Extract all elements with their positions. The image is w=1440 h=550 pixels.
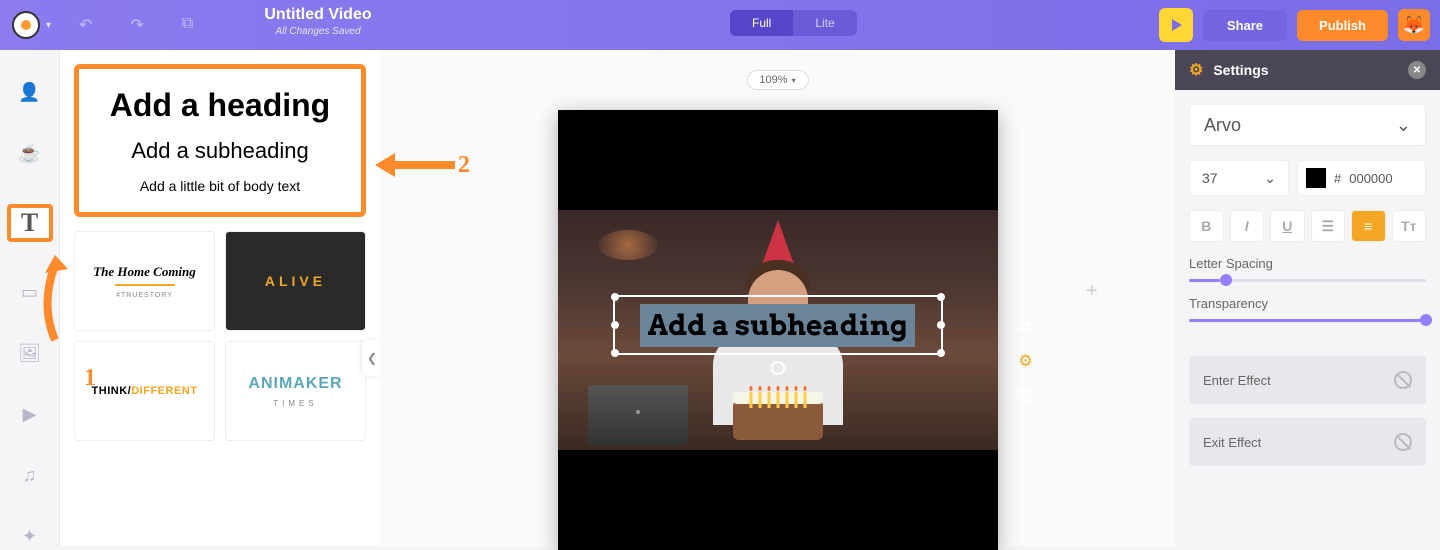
save-status: All Changes Saved xyxy=(218,26,418,37)
settings-panel: ⚙ Settings ✕ Arvo ⌄ 37 ⌄ # 000000 B I U … xyxy=(1175,50,1440,546)
rotate-handle[interactable] xyxy=(771,361,785,375)
body-text-template[interactable]: Add a little bit of body text xyxy=(89,178,351,194)
annotation-number-1: 1 xyxy=(84,365,96,392)
disabled-icon xyxy=(1394,371,1412,389)
text-case-button[interactable]: Tᴛ xyxy=(1392,210,1427,242)
props-icon[interactable]: ☕ xyxy=(16,143,44,164)
text-templates-hero: Add a heading Add a subheading Add a lit… xyxy=(74,64,366,217)
bold-button[interactable]: B xyxy=(1189,210,1224,242)
text-preset-animaker[interactable]: ANIMAKER TIMES xyxy=(225,341,366,441)
chevron-down-icon: ⌄ xyxy=(1396,115,1411,136)
font-select[interactable]: Arvo ⌄ xyxy=(1189,104,1426,146)
transparency-control: Transparency xyxy=(1189,296,1426,322)
resize-handle-br[interactable] xyxy=(937,349,945,357)
mode-full[interactable]: Full xyxy=(730,10,793,36)
list-button[interactable]: ☰ xyxy=(1311,210,1346,242)
user-avatar[interactable]: 🦊 xyxy=(1398,9,1430,41)
share-button[interactable]: Share xyxy=(1203,10,1287,41)
effects-icon[interactable]: ✦ xyxy=(16,526,44,547)
video-icon[interactable]: ▶ xyxy=(16,404,44,425)
chevron-down-icon: ⌄ xyxy=(1264,170,1276,187)
color-input[interactable]: # 000000 xyxy=(1297,160,1426,196)
enter-effect-row[interactable]: Enter Effect xyxy=(1189,356,1426,404)
resize-handle-tr[interactable] xyxy=(937,293,945,301)
redo-icon[interactable]: ↷ xyxy=(130,15,143,35)
resize-handle-bl[interactable] xyxy=(611,349,619,357)
font-size-select[interactable]: 37 ⌄ xyxy=(1189,160,1289,196)
text-content[interactable]: Add a subheading xyxy=(640,304,916,347)
undo-icon[interactable]: ↶ xyxy=(79,15,92,35)
chevron-down-icon: ▾ xyxy=(46,20,51,31)
transparency-slider[interactable] xyxy=(1189,319,1426,322)
canvas-area: 109% Add a subheading ⇄ ⚙ 🗑 + xyxy=(380,50,1175,546)
slider-thumb[interactable] xyxy=(1420,314,1432,326)
swap-icon[interactable]: ⇄ xyxy=(1014,315,1038,339)
publish-button[interactable]: Publish xyxy=(1297,10,1388,41)
resize-handle-tl[interactable] xyxy=(611,293,619,301)
mode-toggle[interactable]: Full Lite xyxy=(730,10,857,36)
exit-effect-row[interactable]: Exit Effect xyxy=(1189,418,1426,466)
text-preset-alive[interactable]: ALIVE xyxy=(225,231,366,331)
top-bar: ▾ ↶ ↷ ⧉ Untitled Video All Changes Saved… xyxy=(0,0,1440,50)
annotation-arrow-1 xyxy=(30,255,85,350)
settings-header: ⚙ Settings ✕ xyxy=(1175,50,1440,90)
letter-spacing-control: Letter Spacing xyxy=(1189,256,1426,282)
close-icon[interactable]: ✕ xyxy=(1408,61,1426,79)
text-preset-home-coming[interactable]: The Home Coming #TRUESTORY xyxy=(74,231,215,331)
copy-icon[interactable]: ⧉ xyxy=(182,15,193,35)
align-button[interactable]: ≡ xyxy=(1351,210,1386,242)
zoom-selector[interactable]: 109% xyxy=(746,70,808,90)
text-tool-icon[interactable]: T xyxy=(7,204,53,242)
text-panel: Add a heading Add a subheading Add a lit… xyxy=(60,50,380,546)
logo-area[interactable]: ▾ xyxy=(12,11,51,39)
character-icon[interactable]: 👤 xyxy=(16,82,44,103)
resize-handle-mr[interactable] xyxy=(937,321,945,329)
disabled-icon xyxy=(1394,433,1412,451)
delete-icon[interactable]: 🗑 xyxy=(1014,383,1038,407)
app-logo-icon xyxy=(12,11,40,39)
heading-template[interactable]: Add a heading xyxy=(89,87,351,124)
music-icon[interactable]: ♫ xyxy=(16,465,44,486)
mode-lite[interactable]: Lite xyxy=(793,10,856,36)
element-settings-icon[interactable]: ⚙ xyxy=(1014,349,1038,373)
resize-handle-ml[interactable] xyxy=(611,321,619,329)
selected-text-element[interactable]: Add a subheading xyxy=(613,295,943,355)
play-button[interactable] xyxy=(1159,8,1193,42)
underline-button[interactable]: U xyxy=(1270,210,1305,242)
collapse-panel-icon[interactable]: ❮ xyxy=(362,340,380,376)
color-swatch xyxy=(1306,168,1326,188)
annotation-arrow-2 xyxy=(375,150,455,185)
settings-title: Settings xyxy=(1213,62,1268,78)
project-title[interactable]: Untitled Video xyxy=(218,6,418,24)
subheading-template[interactable]: Add a subheading xyxy=(89,138,351,164)
slider-thumb[interactable] xyxy=(1220,274,1232,286)
add-slide-icon[interactable]: + xyxy=(1086,280,1098,303)
annotation-number-2: 2 xyxy=(458,152,470,179)
gear-icon: ⚙ xyxy=(1189,60,1203,80)
italic-button[interactable]: I xyxy=(1230,210,1265,242)
letter-spacing-slider[interactable] xyxy=(1189,279,1426,282)
